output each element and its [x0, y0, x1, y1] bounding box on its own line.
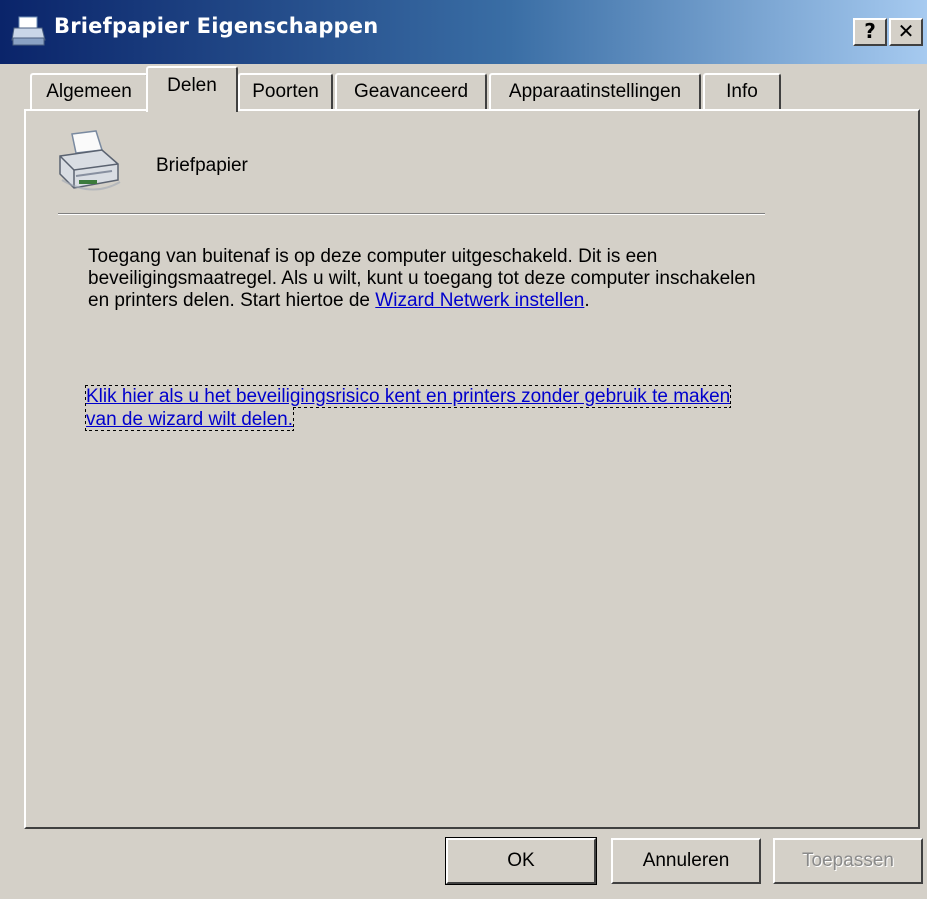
- close-button[interactable]: ✕: [889, 18, 923, 46]
- sharing-disabled-message: Toegang van buitenaf is op deze computer…: [88, 246, 768, 312]
- apply-label: Toepassen: [802, 850, 894, 871]
- tab-info[interactable]: Info: [703, 73, 781, 110]
- window-title: Briefpapier Eigenschappen: [54, 14, 379, 38]
- printer-icon: [59, 130, 121, 191]
- tab-apparaatinstellingen[interactable]: Apparaatinstellingen: [489, 73, 701, 110]
- separator: [58, 213, 765, 215]
- title-bar[interactable]: Briefpapier Eigenschappen ? ✕: [0, 0, 927, 64]
- printer-small-icon: [11, 16, 46, 46]
- network-wizard-link[interactable]: Wizard Netwerk instellen: [375, 290, 584, 311]
- risk-message: Klik hier als u het beveiligingsrisico k…: [84, 385, 766, 431]
- message-end: .: [584, 290, 590, 311]
- cancel-button[interactable]: Annuleren: [611, 838, 761, 884]
- apply-button[interactable]: Toepassen: [773, 838, 923, 884]
- share-without-wizard-link[interactable]: Klik hier als u het beveiligingsrisico k…: [84, 385, 732, 431]
- ok-button[interactable]: OK: [445, 837, 597, 885]
- tab-poorten[interactable]: Poorten: [238, 73, 333, 110]
- tab-delen[interactable]: Delen: [146, 66, 238, 112]
- tab-panel-delen: [24, 109, 920, 829]
- tab-algemeen[interactable]: Algemeen: [30, 73, 148, 110]
- printer-name: Briefpapier: [156, 155, 248, 176]
- tab-geavanceerd[interactable]: Geavanceerd: [335, 73, 487, 110]
- help-button[interactable]: ?: [853, 18, 887, 46]
